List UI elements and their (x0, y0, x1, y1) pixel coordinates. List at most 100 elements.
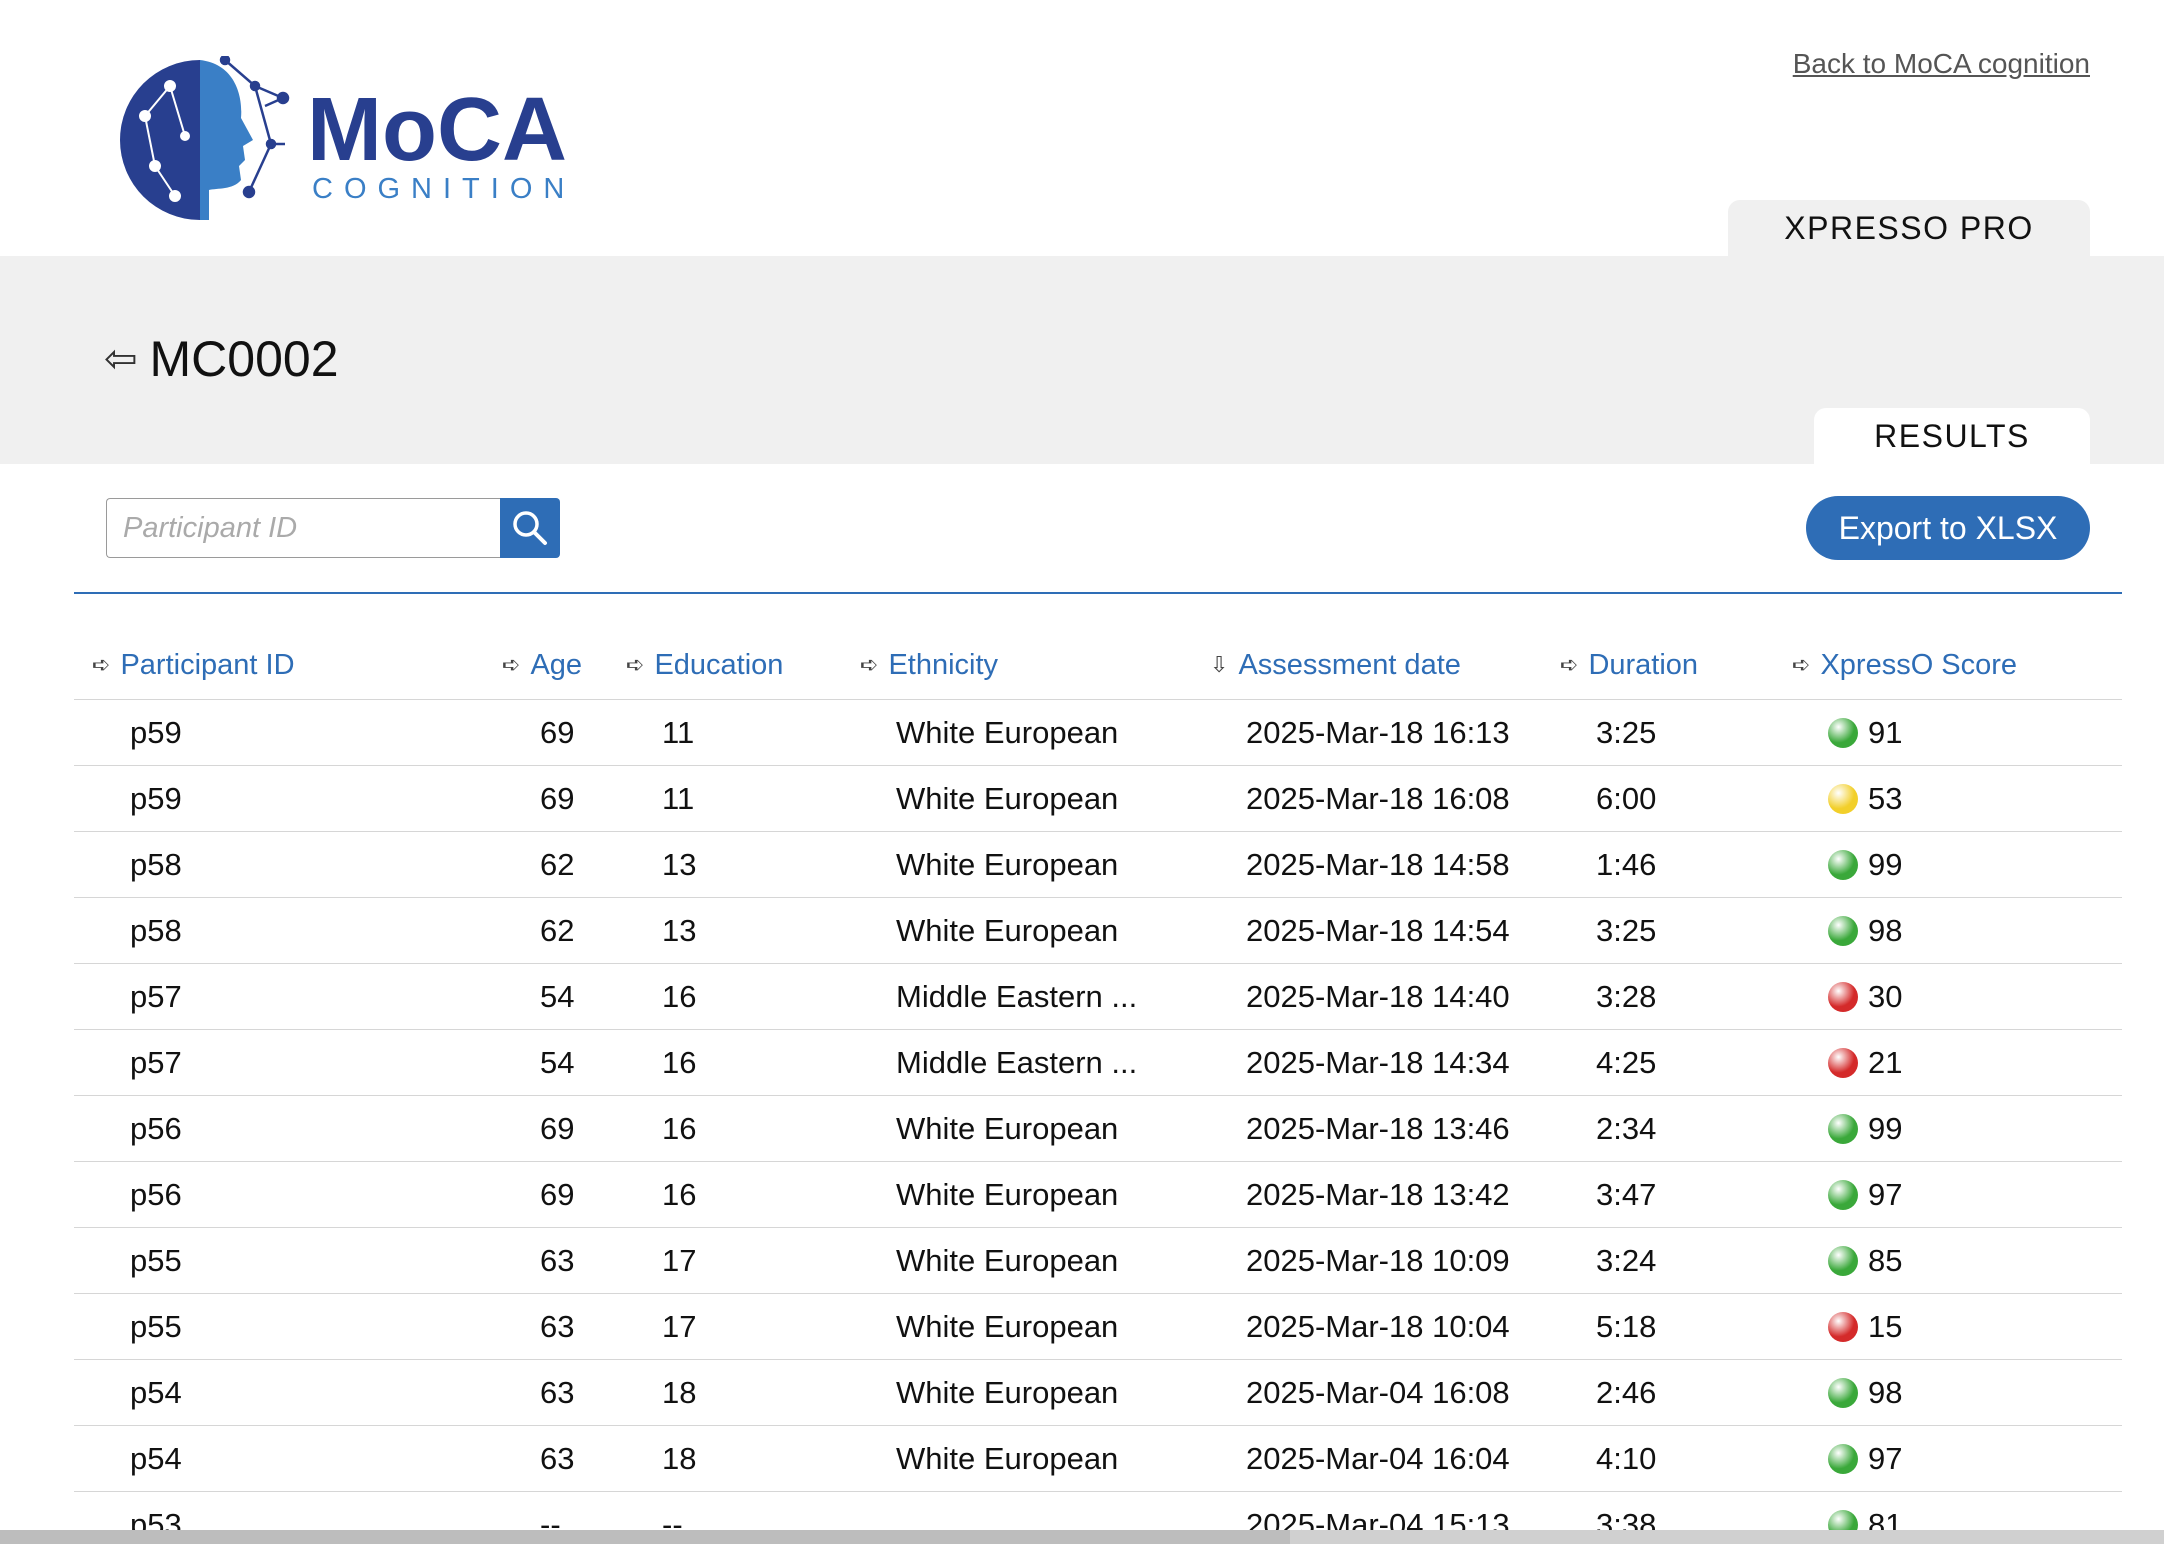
column-header-participant-id[interactable]: ➪ Participant ID (92, 630, 295, 700)
column-header-assessment-date[interactable]: ⇩ Assessment date (1210, 630, 1461, 700)
cell-age: 62 (540, 847, 575, 882)
cell-id: p54 (130, 1441, 182, 1476)
cell-date: 2025-Mar-18 14:34 (1246, 1045, 1510, 1080)
cell-score: 15 (1828, 1294, 1902, 1360)
score-value: 99 (1868, 847, 1903, 882)
status-red-dot-icon (1828, 1048, 1858, 1078)
cell-ethnicity: Middle Eastern ... (896, 979, 1138, 1014)
score-value: 91 (1868, 715, 1903, 750)
cell-ethnicity: White European (896, 847, 1119, 882)
cell-age: 63 (540, 1309, 575, 1344)
sort-neutral-icon: ➪ (1792, 652, 1811, 677)
table-row[interactable]: p54 63 18 White European 2025-Mar-04 16:08 2:… (74, 1360, 2122, 1426)
cell-ethnicity: White European (896, 1177, 1119, 1212)
table-row[interactable]: p56 69 16 White European 2025-Mar-18 13:46 2:… (74, 1096, 2122, 1162)
cell-duration: 3:47 (1596, 1177, 1657, 1212)
cell-duration: 4:10 (1596, 1441, 1657, 1476)
back-to-moca-link[interactable]: Back to MoCA cognition (1793, 48, 2090, 80)
cell-ethnicity: White European (896, 913, 1119, 948)
cell-education: 11 (662, 715, 695, 750)
search-input[interactable] (106, 498, 500, 558)
column-header-xpresso-score[interactable]: ➪ XpressO Score (1792, 630, 2017, 700)
cell-ethnicity: White European (896, 1111, 1119, 1146)
export-xlsx-button[interactable]: Export to XLSX (1806, 496, 2090, 560)
cell-ethnicity: Middle Eastern ... (896, 1045, 1138, 1080)
cell-ethnicity: White European (896, 1243, 1119, 1278)
cell-score: 21 (1828, 1030, 1902, 1096)
column-header-ethnicity[interactable]: ➪ Ethnicity (860, 630, 998, 700)
table-body: p59 69 11 White European 2025-Mar-18 16:13 3:… (74, 700, 2122, 1544)
cell-ethnicity: White European (896, 1309, 1119, 1344)
tab-xpresso-pro[interactable]: XPRESSO PRO (1728, 200, 2090, 256)
moca-logo: MoCA COGNITION (120, 56, 567, 220)
cell-education: 17 (662, 1309, 697, 1344)
score-value: 98 (1868, 913, 1903, 948)
table-row[interactable]: p59 69 11 White European 2025-Mar-18 16:08 6:… (74, 766, 2122, 832)
cell-id: p57 (130, 979, 182, 1014)
cell-age: 69 (540, 1177, 575, 1212)
cell-duration: 3:24 (1596, 1243, 1657, 1278)
column-header-education[interactable]: ➪ Education (626, 630, 783, 700)
cell-id: p56 (130, 1111, 182, 1146)
cell-id: p58 (130, 913, 182, 948)
cell-education: 13 (662, 913, 697, 948)
status-red-dot-icon (1828, 1312, 1858, 1342)
score-value: 30 (1868, 979, 1903, 1014)
column-header-age[interactable]: ➪ Age (502, 630, 582, 700)
horizontal-scrollbar[interactable] (0, 1530, 2164, 1544)
cell-education: 16 (662, 1045, 697, 1080)
column-header-duration[interactable]: ➪ Duration (1560, 630, 1698, 700)
study-heading: ⇦ MC0002 (104, 330, 339, 388)
toolbar-divider (74, 592, 2122, 594)
score-value: 98 (1868, 1375, 1903, 1410)
score-value: 97 (1868, 1441, 1903, 1476)
cell-date: 2025-Mar-18 14:54 (1246, 913, 1510, 948)
cell-id: p58 (130, 847, 182, 882)
table-row[interactable]: p57 54 16 Middle Eastern ... 2025-Mar-18 14:… (74, 1030, 2122, 1096)
cell-age: 69 (540, 781, 575, 816)
table-row[interactable]: p58 62 13 White European 2025-Mar-18 14:54 3:… (74, 898, 2122, 964)
cell-score: 30 (1828, 964, 1902, 1030)
cell-duration: 5:18 (1596, 1309, 1657, 1344)
cell-duration: 2:46 (1596, 1375, 1657, 1410)
status-green-dot-icon (1828, 718, 1858, 748)
cell-duration: 3:25 (1596, 913, 1657, 948)
table-row[interactable]: p58 62 13 White European 2025-Mar-18 14:58 1:… (74, 832, 2122, 898)
cell-date: 2025-Mar-18 10:09 (1246, 1243, 1510, 1278)
cell-age: 69 (540, 1111, 575, 1146)
cell-date: 2025-Mar-18 16:13 (1246, 715, 1510, 750)
app-header: MoCA COGNITION Back to MoCA cognition XP… (0, 0, 2164, 256)
study-title: MC0002 (149, 331, 339, 387)
cell-education: 11 (662, 781, 695, 816)
cell-duration: 6:00 (1596, 781, 1657, 816)
cell-score: 98 (1828, 1360, 1902, 1426)
cell-education: 16 (662, 979, 697, 1014)
table-row[interactable]: p55 63 17 White European 2025-Mar-18 10:09 3:… (74, 1228, 2122, 1294)
arrow-left-icon[interactable]: ⇦ (104, 339, 138, 379)
table-row[interactable]: p56 69 16 White European 2025-Mar-18 13:42 3:… (74, 1162, 2122, 1228)
cell-education: 16 (662, 1177, 697, 1212)
cell-id: p59 (130, 781, 182, 816)
table-row[interactable]: p55 63 17 White European 2025-Mar-18 10:04 5:… (74, 1294, 2122, 1360)
logo-wordmark: MoCA (307, 80, 567, 180)
cell-duration: 3:28 (1596, 979, 1657, 1014)
cell-ethnicity: White European (896, 715, 1119, 750)
tab-results[interactable]: RESULTS (1814, 408, 2090, 464)
status-green-dot-icon (1828, 850, 1858, 880)
cell-ethnicity: White European (896, 1441, 1119, 1476)
search-button[interactable] (500, 498, 560, 558)
table-row[interactable]: p57 54 16 Middle Eastern ... 2025-Mar-18 14:… (74, 964, 2122, 1030)
table-row[interactable]: p54 63 18 White European 2025-Mar-04 16:04 4:… (74, 1426, 2122, 1492)
cell-education: 13 (662, 847, 697, 882)
status-green-dot-icon (1828, 916, 1858, 946)
score-value: 15 (1868, 1309, 1903, 1344)
cell-age: 54 (540, 979, 575, 1014)
sort-descending-icon: ⇩ (1210, 652, 1229, 677)
cell-ethnicity: White European (896, 781, 1119, 816)
cell-date: 2025-Mar-18 14:40 (1246, 979, 1510, 1014)
cell-age: 63 (540, 1375, 575, 1410)
cell-score: 99 (1828, 832, 1902, 898)
scrollbar-thumb[interactable] (1290, 1530, 2164, 1544)
score-value: 99 (1868, 1111, 1903, 1146)
table-row[interactable]: p59 69 11 White European 2025-Mar-18 16:13 3:… (74, 700, 2122, 766)
